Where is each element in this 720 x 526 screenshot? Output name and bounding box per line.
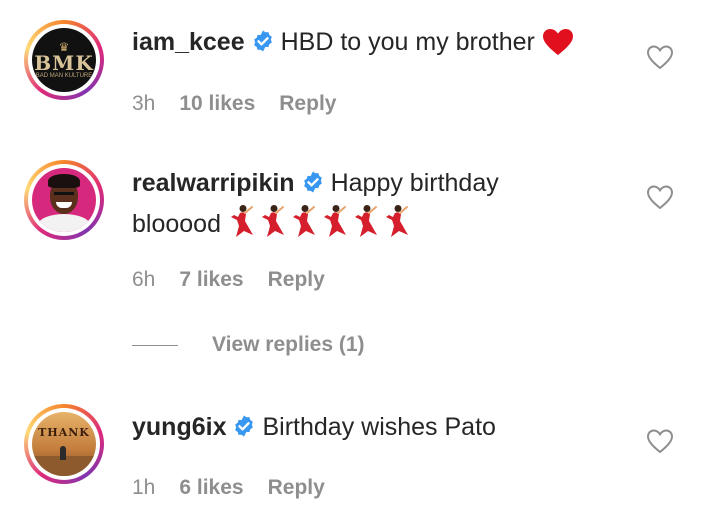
avatar-image xyxy=(32,168,96,232)
avatar-logo-subtext: BAD MAN KULTURE xyxy=(35,72,93,79)
comment-body: yung6ix Birthday wishes Pato xyxy=(132,409,622,448)
like-heart-icon[interactable] xyxy=(646,44,674,70)
comment-body: realwarripikin Happy birthday blooood xyxy=(132,165,622,248)
divider xyxy=(132,344,178,346)
comment-body: iam_kcee HBD to you my brother xyxy=(132,24,622,66)
dancer-emoji-group xyxy=(228,205,414,238)
comment-meta: 6h 7 likes Reply xyxy=(132,268,349,292)
avatar-title-text: THANK xyxy=(38,426,90,439)
like-heart-icon[interactable] xyxy=(646,184,674,210)
comment-text: Happy birthday xyxy=(330,169,499,197)
likes-count[interactable]: 6 likes xyxy=(179,476,243,500)
avatar-image: THANK xyxy=(32,412,96,476)
reply-button[interactable]: Reply xyxy=(268,268,325,292)
verified-badge-icon xyxy=(232,412,256,448)
verified-badge-icon xyxy=(251,27,275,63)
comment-text: HBD to you my brother xyxy=(280,28,535,56)
avatar-image: ♛ BMK BAD MAN KULTURE xyxy=(32,28,96,92)
username[interactable]: yung6ix xyxy=(132,413,226,441)
red-heart-icon xyxy=(542,28,574,66)
view-replies-label[interactable]: View replies (1) xyxy=(212,333,365,357)
like-heart-icon[interactable] xyxy=(646,428,674,454)
avatar[interactable] xyxy=(24,160,104,240)
timestamp[interactable]: 6h xyxy=(132,268,155,292)
dancer-emoji-icon xyxy=(228,204,256,248)
timestamp[interactable]: 1h xyxy=(132,476,155,500)
verified-badge-icon xyxy=(301,168,325,204)
reply-button[interactable]: Reply xyxy=(279,92,336,116)
avatar[interactable]: ♛ BMK BAD MAN KULTURE xyxy=(24,20,104,100)
dancer-emoji-icon xyxy=(321,204,349,248)
dancer-emoji-icon xyxy=(290,204,318,248)
dancer-emoji-icon xyxy=(259,204,287,248)
username[interactable]: iam_kcee xyxy=(132,28,245,56)
timestamp[interactable]: 3h xyxy=(132,92,155,116)
avatar[interactable]: THANK xyxy=(24,404,104,484)
dancer-emoji-icon xyxy=(383,204,411,248)
comment-meta: 3h 10 likes Reply xyxy=(132,92,360,116)
likes-count[interactable]: 10 likes xyxy=(179,92,255,116)
view-replies-button[interactable]: View replies (1) xyxy=(132,333,365,357)
comment-meta: 1h 6 likes Reply xyxy=(132,476,349,500)
reply-button[interactable]: Reply xyxy=(268,476,325,500)
avatar-logo-text: BMK xyxy=(34,50,94,75)
comment-text: Birthday wishes Pato xyxy=(262,413,496,441)
comment-text-continued: blooood xyxy=(132,210,221,238)
username[interactable]: realwarripikin xyxy=(132,169,295,197)
likes-count[interactable]: 7 likes xyxy=(179,268,243,292)
dancer-emoji-icon xyxy=(352,204,380,248)
